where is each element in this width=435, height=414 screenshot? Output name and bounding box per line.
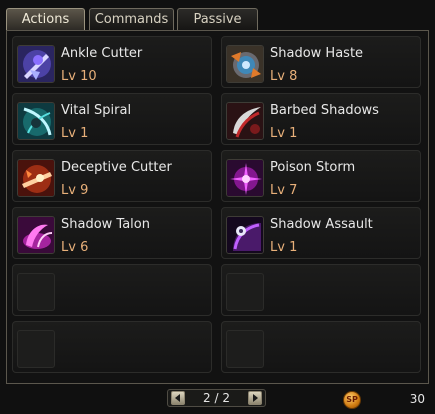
skill-name: Shadow Haste [270, 46, 364, 61]
empty-slot-icon [17, 330, 55, 368]
page-navigator: 2 / 2 [167, 389, 266, 407]
page-indicator: 2 / 2 [203, 391, 230, 405]
empty-slot-icon [17, 273, 55, 311]
footer-bar: 2 / 2 SP 30 [0, 384, 435, 414]
skill-level: Lv 8 [270, 69, 298, 84]
skill-name: Shadow Talon [61, 217, 150, 232]
poison-storm-icon [226, 159, 264, 197]
shadow-talon-icon [17, 216, 55, 254]
prev-page-button[interactable] [171, 391, 185, 405]
skill-slot-shadow-assault[interactable]: Shadow Assault Lv 1 [221, 207, 421, 259]
skill-name: Shadow Assault [270, 217, 373, 232]
skill-name: Barbed Shadows [270, 103, 379, 118]
skill-slot-poison-storm[interactable]: Poison Storm Lv 7 [221, 150, 421, 202]
skill-name: Vital Spiral [61, 103, 132, 118]
tab-actions[interactable]: Actions [6, 8, 85, 30]
skill-level: Lv 7 [270, 183, 298, 198]
skill-level: Lv 6 [61, 240, 89, 255]
empty-slot-icon [226, 273, 264, 311]
empty-skill-slot[interactable] [221, 264, 421, 316]
skill-slot-ankle-cutter[interactable]: Ankle Cutter Lv 10 [12, 36, 212, 88]
empty-skill-slot[interactable] [221, 321, 421, 373]
empty-slot-icon [226, 330, 264, 368]
deceptive-cutter-icon [17, 159, 55, 197]
sp-icon: SP [343, 391, 361, 409]
vital-spiral-icon [17, 102, 55, 140]
skill-level: Lv 1 [270, 240, 298, 255]
tab-passive[interactable]: Passive [177, 8, 258, 30]
skill-name: Deceptive Cutter [61, 160, 172, 175]
next-page-button[interactable] [248, 391, 262, 405]
shadow-assault-icon [226, 216, 264, 254]
ankle-cutter-icon [17, 45, 55, 83]
shadow-haste-icon [226, 45, 264, 83]
empty-skill-slot[interactable] [12, 321, 212, 373]
skill-slot-barbed-shadows[interactable]: Barbed Shadows Lv 1 [221, 93, 421, 145]
skill-level: Lv 10 [61, 69, 97, 84]
triangle-left-icon [175, 394, 180, 402]
skill-name: Ankle Cutter [61, 46, 143, 61]
skill-level: Lv 1 [61, 126, 89, 141]
skill-slot-shadow-talon[interactable]: Shadow Talon Lv 6 [12, 207, 212, 259]
skill-window: Actions Commands Passive Ankle Cutter Lv… [0, 0, 435, 414]
sp-value: 30 [409, 392, 425, 406]
barbed-shadows-icon [226, 102, 264, 140]
skill-name: Poison Storm [270, 160, 356, 175]
skill-list-panel: Ankle Cutter Lv 10 Shadow Haste Lv 8 Vit… [6, 30, 429, 384]
skill-slot-shadow-haste[interactable]: Shadow Haste Lv 8 [221, 36, 421, 88]
triangle-right-icon [253, 394, 258, 402]
empty-skill-slot[interactable] [12, 264, 212, 316]
tab-commands[interactable]: Commands [89, 8, 174, 30]
skill-slot-deceptive-cutter[interactable]: Deceptive Cutter Lv 9 [12, 150, 212, 202]
skill-level: Lv 1 [270, 126, 298, 141]
skill-level: Lv 9 [61, 183, 89, 198]
skill-slot-vital-spiral[interactable]: Vital Spiral Lv 1 [12, 93, 212, 145]
